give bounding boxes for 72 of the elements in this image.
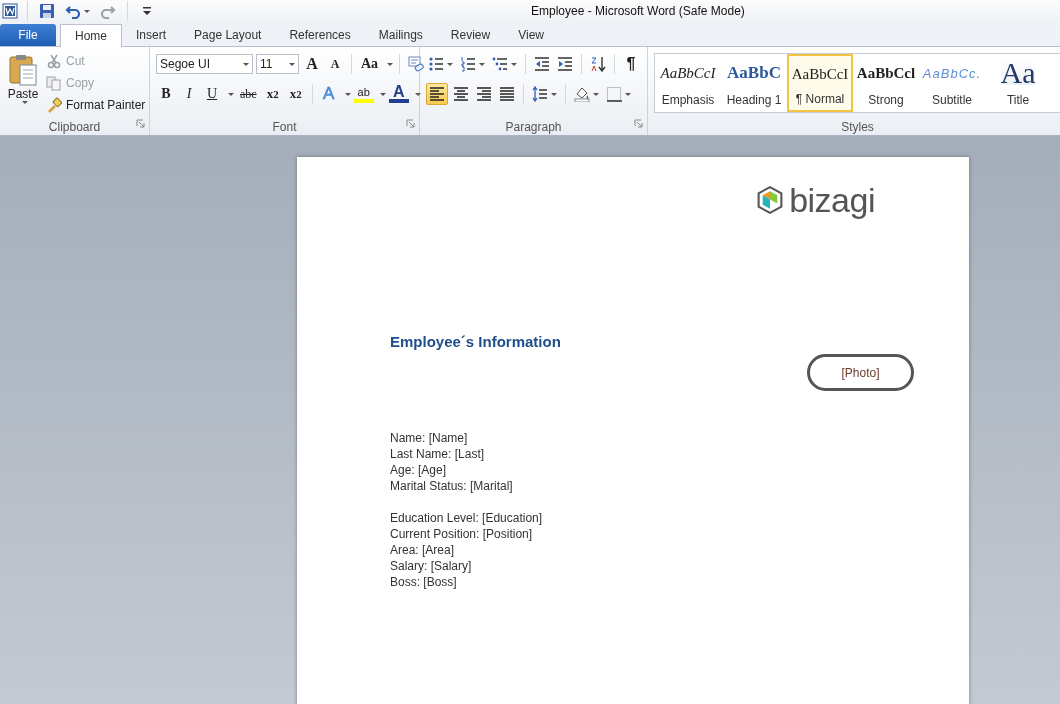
scissors-icon: [46, 52, 62, 69]
ribbon-tab[interactable]: Home: [60, 24, 122, 47]
sort-icon: [590, 56, 606, 72]
copy-icon: [46, 74, 62, 91]
bold-button[interactable]: B: [156, 83, 176, 105]
group-label: Font: [272, 119, 297, 134]
field-line: Marital Status: [Marital]: [390, 478, 513, 494]
photo-field[interactable]: [Photo]: [807, 354, 914, 391]
paint-bucket-icon: [574, 86, 590, 102]
align-left-button[interactable]: [426, 83, 448, 105]
document-heading: Employee´s Information: [390, 333, 561, 350]
align-left-icon: [429, 86, 445, 102]
borders-icon: [606, 86, 622, 102]
highlight-button[interactable]: ab: [353, 85, 374, 103]
clipboard-icon: [8, 53, 38, 87]
field-line: Salary: [Salary]: [390, 558, 472, 574]
case-button[interactable]: Aa: [358, 53, 382, 75]
style-item[interactable]: AaBbCc. Subtitle: [919, 54, 985, 112]
painter-button[interactable]: Format Painter: [46, 95, 146, 114]
font-name-field[interactable]: Segoe UI: [156, 54, 253, 74]
group-label: Styles: [841, 119, 874, 134]
group-label: Clipboard: [48, 119, 101, 134]
ribbon-tab[interactable]: Review: [436, 24, 505, 46]
word-icon: [2, 3, 18, 19]
decrease-indent-icon: [534, 56, 550, 72]
undo-icon: [65, 3, 81, 19]
file-tab[interactable]: File: [0, 24, 56, 46]
field-line: Last Name: [Last]: [390, 446, 485, 462]
justify-icon: [499, 86, 515, 102]
show-formatting-button[interactable]: ¶: [621, 53, 641, 75]
style-item[interactable]: Aa Title: [985, 54, 1051, 112]
underline-button[interactable]: U: [202, 83, 222, 105]
field-line: Area: [Area]: [390, 542, 455, 558]
style-item[interactable]: AaBbCcI Emphasis: [655, 54, 721, 112]
paste-button[interactable]: Paste: [6, 51, 40, 118]
ribbon-tab[interactable]: References: [275, 24, 365, 46]
save-icon: [39, 3, 55, 19]
group-label: Paragraph: [505, 119, 562, 134]
window-title: Employee - Microsoft Word (Safe Mode): [531, 4, 745, 18]
italic-button[interactable]: I: [179, 83, 199, 105]
clear-button[interactable]: [406, 53, 427, 75]
ribbon-tab[interactable]: View: [504, 24, 558, 46]
eraser-icon: [408, 56, 425, 72]
field-line: Boss: [Boss]: [390, 574, 457, 590]
color-button[interactable]: A: [388, 85, 409, 103]
strike-button[interactable]: abc: [237, 83, 260, 105]
redo-icon: [100, 3, 116, 19]
ribbon-tab[interactable]: Page Layout: [180, 24, 276, 46]
ribbon-tab[interactable]: Insert: [122, 24, 181, 46]
paintbrush-icon: [46, 96, 62, 113]
numbering-icon: [460, 56, 476, 72]
logo-text: bizagi: [789, 182, 875, 218]
style-item[interactable]: AaBbC Heading 1: [721, 54, 787, 112]
launcher-icon: [136, 119, 145, 128]
multilevel-list-icon: [492, 56, 508, 72]
line-spacing-icon: [532, 86, 548, 102]
ribbon-tab[interactable]: Mailings: [364, 24, 437, 46]
align-center-icon: [453, 86, 469, 102]
launcher-icon: [634, 119, 643, 128]
align-right-icon: [476, 86, 492, 102]
bullets-icon: [428, 56, 444, 72]
field-line: Current Position: [Position]: [390, 526, 533, 542]
field-line: Age: [Age]: [390, 462, 447, 478]
style-item[interactable]: AaBbCcl Strong: [853, 54, 919, 112]
font-size-field[interactable]: 11: [256, 54, 299, 74]
style-item[interactable]: AaBbCcI ¶ Normal: [787, 54, 853, 112]
field-line: Name: [Name]: [390, 430, 468, 446]
grow-button[interactable]: A: [302, 53, 322, 75]
field-line: Education Level: [Education]: [390, 510, 543, 526]
increase-indent-icon: [557, 56, 573, 72]
shrink-button[interactable]: A: [325, 53, 345, 75]
launcher-icon: [406, 119, 415, 128]
